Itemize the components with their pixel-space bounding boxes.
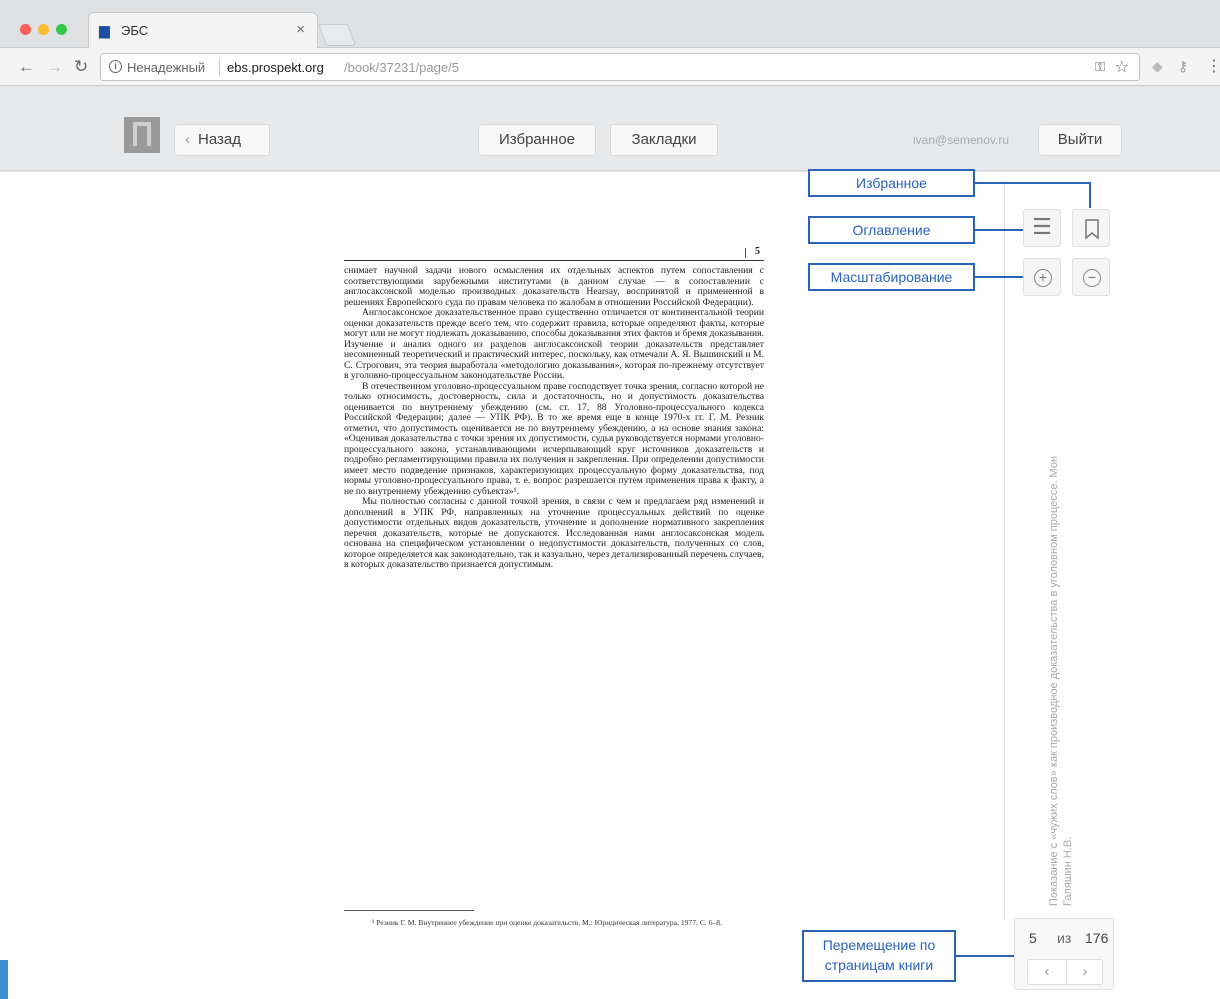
paragraph: Англосаксонское доказательственное право… xyxy=(344,307,764,381)
favorites-button[interactable]: Избранное xyxy=(478,124,596,156)
zoom-in-icon: + xyxy=(1034,269,1052,287)
toc-button[interactable]: ☰ xyxy=(1023,209,1061,247)
page-navigator: 5 из 176 ‹ › xyxy=(1014,918,1114,990)
zoom-out-icon: − xyxy=(1083,269,1101,287)
book-author-vertical: Галяшин Н.В. xyxy=(1062,836,1074,906)
bookmarks-button[interactable]: Закладки xyxy=(610,124,718,156)
page-of-label: из xyxy=(1057,930,1072,946)
site-favicon-icon: ▆ xyxy=(99,22,110,38)
browser-back-icon[interactable]: ← xyxy=(18,57,35,77)
book-title-vertical: Показание с «чужих слов» как производное… xyxy=(1048,455,1060,906)
url-path: /book/37231/page/5 xyxy=(344,60,459,75)
page-number-bar xyxy=(745,248,746,258)
sidebar-divider xyxy=(1004,180,1005,920)
browser-toolbar: ← → ↻ i Ненадежный ebs.prospekt.org /boo… xyxy=(0,48,1220,86)
prospekt-logo[interactable] xyxy=(124,117,160,153)
list-icon: ☰ xyxy=(1032,214,1052,239)
browser-tabstrip: ▆ ЭБС × xyxy=(0,0,1220,48)
bookmark-icon xyxy=(1073,219,1111,252)
callout-toc: Оглавление xyxy=(808,216,975,244)
user-email: ivan@semenov.ru xyxy=(913,133,1009,147)
key-extension-icon[interactable]: ⚷ xyxy=(1178,58,1188,75)
current-page-input[interactable]: 5 xyxy=(1029,930,1037,946)
prev-page-button[interactable]: ‹ xyxy=(1028,960,1066,984)
logout-button[interactable]: Выйти xyxy=(1038,124,1122,156)
next-page-button[interactable]: › xyxy=(1066,960,1103,984)
close-window-button[interactable] xyxy=(20,24,31,35)
insecure-label: Ненадежный xyxy=(127,60,206,75)
reader-header: ‹ Назад Избранное Закладки ivan@semenov.r… xyxy=(0,87,1220,171)
connector-line xyxy=(975,182,1091,184)
paragraph: В отечественном уголовно-процессуальном … xyxy=(344,380,764,497)
zoom-in-button[interactable]: + xyxy=(1023,258,1061,296)
connector-line xyxy=(975,229,1023,231)
page-text: снимает научной задачи нового осмысления… xyxy=(344,265,764,571)
browser-tab[interactable]: ▆ ЭБС × xyxy=(88,12,318,48)
bookmark-star-icon[interactable]: ☆ xyxy=(1115,57,1129,77)
connector-line xyxy=(1089,182,1091,208)
browser-menu-icon[interactable]: ⋮ xyxy=(1206,56,1220,76)
total-pages: 176 xyxy=(1085,930,1109,946)
browser-forward-icon[interactable]: → xyxy=(46,57,63,77)
chevron-left-icon: ‹ xyxy=(185,131,190,148)
back-button-label: Назад xyxy=(198,131,241,148)
footnote: ¹ Резник Г. М. Внутреннее убеждение при … xyxy=(372,918,722,927)
address-bar[interactable]: i Ненадежный ebs.prospekt.org /book/3723… xyxy=(100,53,1140,81)
connector-line xyxy=(975,276,1023,278)
maximize-window-button[interactable] xyxy=(56,24,67,35)
minimize-window-button[interactable] xyxy=(38,24,49,35)
info-icon[interactable]: i xyxy=(109,60,122,73)
paragraph: снимает научной задачи нового осмысления… xyxy=(344,265,764,308)
callout-pager: Перемещение по страницам книги xyxy=(802,930,956,982)
logo-mark-icon xyxy=(133,122,151,146)
footnote-rule xyxy=(344,910,474,911)
new-tab-button[interactable] xyxy=(317,24,357,46)
paragraph: Мы полностью согласны с данной точкой зр… xyxy=(344,496,764,570)
reload-icon[interactable]: ↻ xyxy=(74,57,88,77)
page-nav-buttons: ‹ › xyxy=(1027,959,1103,985)
url-separator xyxy=(219,58,220,76)
bookmark-button[interactable] xyxy=(1072,209,1110,247)
connector-line xyxy=(956,955,1014,957)
tab-close-icon[interactable]: × xyxy=(296,21,305,38)
page-header-rule xyxy=(344,260,764,261)
callout-favorites: Избранное xyxy=(808,169,975,197)
tab-title: ЭБС xyxy=(121,23,149,38)
back-button[interactable]: ‹ Назад xyxy=(174,124,270,156)
accent-edge xyxy=(0,960,8,999)
page-number: 5 xyxy=(755,246,760,257)
key-icon[interactable]: ⚿ xyxy=(1095,59,1105,75)
callout-zoom: Масштабирование xyxy=(808,263,975,291)
zoom-out-button[interactable]: − xyxy=(1072,258,1110,296)
extension-icon[interactable]: ◆ xyxy=(1152,58,1163,75)
url-host: ebs.prospekt.org xyxy=(227,60,324,75)
